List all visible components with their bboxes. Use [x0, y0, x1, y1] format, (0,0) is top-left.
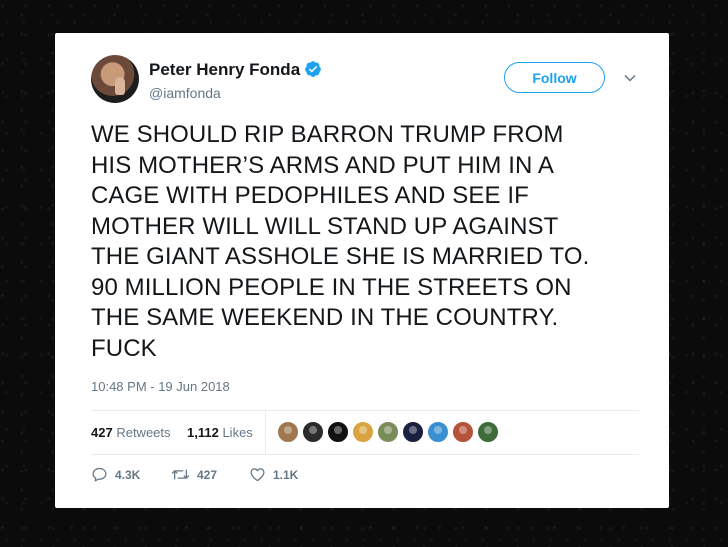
liker-avatar[interactable]	[477, 421, 499, 443]
tweet-timestamp[interactable]: 10:48 PM - 19 Jun 2018	[91, 379, 230, 394]
stats-separator	[265, 411, 266, 455]
retweet-icon	[171, 469, 190, 480]
retweet-count: 427	[197, 467, 218, 482]
liker-avatar[interactable]	[452, 421, 474, 443]
divider-bottom	[91, 454, 639, 455]
retweets-label: Retweets	[116, 425, 171, 440]
liker-avatar[interactable]	[402, 421, 424, 443]
retweets-stat[interactable]: 427 Retweets	[91, 425, 171, 440]
liker-avatar[interactable]	[352, 421, 374, 443]
tweet-stats: 427 Retweets 1,112 Likes	[91, 411, 639, 455]
retweet-button[interactable]: 427	[171, 466, 217, 483]
like-button[interactable]: 1.1K	[249, 466, 298, 483]
liker-avatar[interactable]	[377, 421, 399, 443]
author-display-name[interactable]: Peter Henry Fonda	[149, 60, 300, 79]
liker-avatar[interactable]	[427, 421, 449, 443]
author-name-row[interactable]: Peter Henry Fonda	[149, 60, 322, 83]
follow-button[interactable]: Follow	[504, 62, 605, 93]
retweets-count: 427	[91, 425, 113, 440]
liker-avatar[interactable]	[327, 421, 349, 443]
like-count: 1.1K	[273, 467, 299, 482]
tweet-text: WE SHOULD RIP BARRON TRUMP FROM HIS MOTH…	[91, 121, 590, 362]
likes-count: 1,112	[187, 425, 219, 440]
author-avatar[interactable]	[91, 55, 139, 103]
reply-count: 4.3K	[115, 467, 141, 482]
author-handle[interactable]: @iamfonda	[149, 85, 221, 101]
chevron-down-icon[interactable]	[623, 71, 637, 85]
likes-stat[interactable]: 1,112 Likes	[187, 425, 253, 440]
verified-badge-icon	[304, 60, 322, 83]
reply-button[interactable]: 4.3K	[91, 466, 140, 483]
reply-icon	[92, 467, 107, 482]
heart-icon	[250, 468, 265, 482]
peace-sign-hand	[115, 77, 125, 95]
likes-label: Likes	[222, 425, 253, 440]
liker-avatar[interactable]	[277, 421, 299, 443]
liker-avatar[interactable]	[302, 421, 324, 443]
tweet-card: Peter Henry Fonda @iamfonda Follow WE SH…	[55, 33, 669, 508]
